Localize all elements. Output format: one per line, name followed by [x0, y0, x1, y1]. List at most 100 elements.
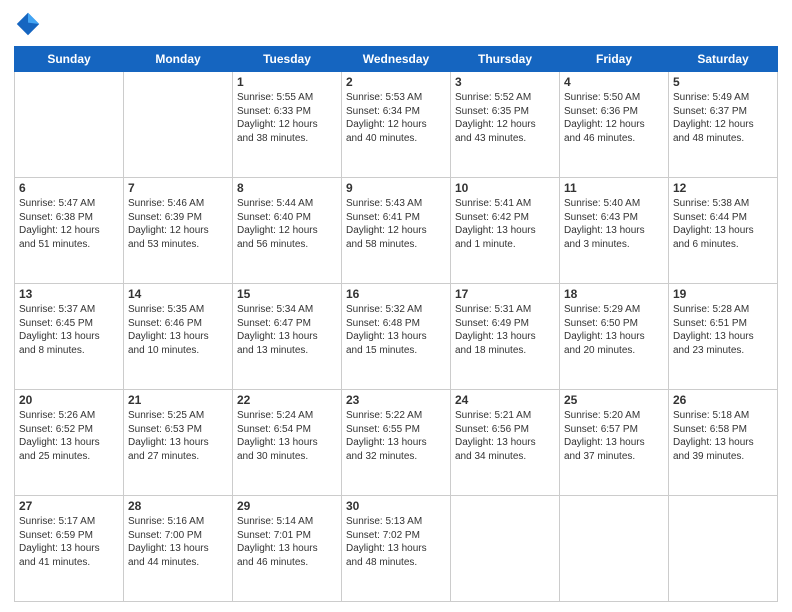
- cell-info: Sunrise: 5:26 AM Sunset: 6:52 PM Dayligh…: [19, 409, 119, 463]
- day-header-friday: Friday: [560, 47, 669, 72]
- cell-info: Sunrise: 5:49 AM Sunset: 6:37 PM Dayligh…: [673, 91, 773, 145]
- cell-day-number: 26: [673, 393, 773, 407]
- cell-info: Sunrise: 5:17 AM Sunset: 6:59 PM Dayligh…: [19, 515, 119, 569]
- header: [14, 10, 778, 38]
- cell-info: Sunrise: 5:31 AM Sunset: 6:49 PM Dayligh…: [455, 303, 555, 357]
- calendar-cell: 24 Sunrise: 5:21 AM Sunset: 6:56 PM Dayli…: [451, 390, 560, 496]
- calendar-cell: 9 Sunrise: 5:43 AM Sunset: 6:41 PM Daylig…: [342, 178, 451, 284]
- calendar-cell: 5 Sunrise: 5:49 AM Sunset: 6:37 PM Daylig…: [669, 72, 778, 178]
- cell-info: Sunrise: 5:29 AM Sunset: 6:50 PM Dayligh…: [564, 303, 664, 357]
- calendar-cell: 10Sunrise: 5:41 AM Sunset: 6:42 PM Dayli…: [451, 178, 560, 284]
- calendar-cell: 3Sunrise: 5:52 AM Sunset: 6:35 PM Daylig…: [451, 72, 560, 178]
- cell-info: Sunrise: 5:14 AM Sunset: 7:01 PM Dayligh…: [237, 515, 337, 569]
- page: SundayMondayTuesdayWednesdayThursdayFrid…: [0, 0, 792, 612]
- cell-info: Sunrise: 5:40 AM Sunset: 6:43 PM Dayligh…: [564, 197, 664, 251]
- calendar-cell: [669, 496, 778, 602]
- cell-day-number: 20: [19, 393, 119, 407]
- calendar-cell: 23 Sunrise: 5:22 AM Sunset: 6:55 PM Dayli…: [342, 390, 451, 496]
- calendar-week-row: 20 Sunrise: 5:26 AM Sunset: 6:52 PM Dayli…: [15, 390, 778, 496]
- cell-day-number: 17: [455, 287, 555, 301]
- day-header-thursday: Thursday: [451, 47, 560, 72]
- cell-info: Sunrise: 5:44 AM Sunset: 6:40 PM Dayligh…: [237, 197, 337, 251]
- calendar-week-row: 6 Sunrise: 5:47 AM Sunset: 6:38 PM Daylig…: [15, 178, 778, 284]
- calendar-cell: 29 Sunrise: 5:14 AM Sunset: 7:01 PM Dayli…: [233, 496, 342, 602]
- cell-info: Sunrise: 5:47 AM Sunset: 6:38 PM Dayligh…: [19, 197, 119, 251]
- calendar-cell: [15, 72, 124, 178]
- calendar-cell: 27 Sunrise: 5:17 AM Sunset: 6:59 PM Dayli…: [15, 496, 124, 602]
- calendar-cell: 20 Sunrise: 5:26 AM Sunset: 6:52 PM Dayli…: [15, 390, 124, 496]
- cell-day-number: 24: [455, 393, 555, 407]
- cell-day-number: 23: [346, 393, 446, 407]
- cell-day-number: 16: [346, 287, 446, 301]
- cell-info: Sunrise: 5:18 AM Sunset: 6:58 PM Dayligh…: [673, 409, 773, 463]
- cell-day-number: 6: [19, 181, 119, 195]
- cell-info: Sunrise: 5:43 AM Sunset: 6:41 PM Dayligh…: [346, 197, 446, 251]
- cell-day-number: 14: [128, 287, 228, 301]
- cell-info: Sunrise: 5:35 AM Sunset: 6:46 PM Dayligh…: [128, 303, 228, 357]
- calendar-cell: 14 Sunrise: 5:35 AM Sunset: 6:46 PM Dayli…: [124, 284, 233, 390]
- cell-day-number: 21: [128, 393, 228, 407]
- cell-info: Sunrise: 5:22 AM Sunset: 6:55 PM Dayligh…: [346, 409, 446, 463]
- calendar-week-row: 27 Sunrise: 5:17 AM Sunset: 6:59 PM Dayli…: [15, 496, 778, 602]
- calendar-cell: 16 Sunrise: 5:32 AM Sunset: 6:48 PM Dayli…: [342, 284, 451, 390]
- cell-info: Sunrise: 5:53 AM Sunset: 6:34 PM Dayligh…: [346, 91, 446, 145]
- calendar-cell: 1Sunrise: 5:55 AM Sunset: 6:33 PM Daylig…: [233, 72, 342, 178]
- cell-day-number: 2: [346, 75, 446, 89]
- cell-day-number: 29: [237, 499, 337, 513]
- calendar-week-row: 1Sunrise: 5:55 AM Sunset: 6:33 PM Daylig…: [15, 72, 778, 178]
- cell-day-number: 15: [237, 287, 337, 301]
- cell-info: Sunrise: 5:32 AM Sunset: 6:48 PM Dayligh…: [346, 303, 446, 357]
- cell-day-number: 1: [237, 75, 337, 89]
- calendar-cell: 15 Sunrise: 5:34 AM Sunset: 6:47 PM Dayli…: [233, 284, 342, 390]
- logo: [14, 10, 46, 38]
- calendar-cell: 11 Sunrise: 5:40 AM Sunset: 6:43 PM Dayli…: [560, 178, 669, 284]
- cell-info: Sunrise: 5:28 AM Sunset: 6:51 PM Dayligh…: [673, 303, 773, 357]
- calendar-header-row: SundayMondayTuesdayWednesdayThursdayFrid…: [15, 47, 778, 72]
- calendar-cell: [451, 496, 560, 602]
- cell-day-number: 30: [346, 499, 446, 513]
- cell-day-number: 18: [564, 287, 664, 301]
- calendar-cell: 28Sunrise: 5:16 AM Sunset: 7:00 PM Dayli…: [124, 496, 233, 602]
- day-header-monday: Monday: [124, 47, 233, 72]
- calendar-cell: 4 Sunrise: 5:50 AM Sunset: 6:36 PM Daylig…: [560, 72, 669, 178]
- cell-info: Sunrise: 5:34 AM Sunset: 6:47 PM Dayligh…: [237, 303, 337, 357]
- calendar-cell: 25Sunrise: 5:20 AM Sunset: 6:57 PM Dayli…: [560, 390, 669, 496]
- logo-icon: [14, 10, 42, 38]
- cell-info: Sunrise: 5:24 AM Sunset: 6:54 PM Dayligh…: [237, 409, 337, 463]
- cell-info: Sunrise: 5:50 AM Sunset: 6:36 PM Dayligh…: [564, 91, 664, 145]
- cell-day-number: 27: [19, 499, 119, 513]
- cell-info: Sunrise: 5:38 AM Sunset: 6:44 PM Dayligh…: [673, 197, 773, 251]
- cell-info: Sunrise: 5:21 AM Sunset: 6:56 PM Dayligh…: [455, 409, 555, 463]
- cell-info: Sunrise: 5:46 AM Sunset: 6:39 PM Dayligh…: [128, 197, 228, 251]
- calendar-cell: 21 Sunrise: 5:25 AM Sunset: 6:53 PM Dayli…: [124, 390, 233, 496]
- calendar-cell: 2 Sunrise: 5:53 AM Sunset: 6:34 PM Daylig…: [342, 72, 451, 178]
- cell-day-number: 11: [564, 181, 664, 195]
- cell-day-number: 22: [237, 393, 337, 407]
- calendar-cell: 12 Sunrise: 5:38 AM Sunset: 6:44 PM Dayli…: [669, 178, 778, 284]
- calendar-cell: [124, 72, 233, 178]
- cell-info: Sunrise: 5:13 AM Sunset: 7:02 PM Dayligh…: [346, 515, 446, 569]
- cell-info: Sunrise: 5:25 AM Sunset: 6:53 PM Dayligh…: [128, 409, 228, 463]
- calendar-cell: 26 Sunrise: 5:18 AM Sunset: 6:58 PM Dayli…: [669, 390, 778, 496]
- cell-day-number: 4: [564, 75, 664, 89]
- calendar-cell: 19 Sunrise: 5:28 AM Sunset: 6:51 PM Dayli…: [669, 284, 778, 390]
- day-header-tuesday: Tuesday: [233, 47, 342, 72]
- cell-day-number: 13: [19, 287, 119, 301]
- calendar-cell: 30 Sunrise: 5:13 AM Sunset: 7:02 PM Dayli…: [342, 496, 451, 602]
- cell-day-number: 19: [673, 287, 773, 301]
- cell-info: Sunrise: 5:20 AM Sunset: 6:57 PM Dayligh…: [564, 409, 664, 463]
- calendar-cell: 7Sunrise: 5:46 AM Sunset: 6:39 PM Daylig…: [124, 178, 233, 284]
- calendar-table: SundayMondayTuesdayWednesdayThursdayFrid…: [14, 46, 778, 602]
- cell-day-number: 9: [346, 181, 446, 195]
- calendar-cell: 17 Sunrise: 5:31 AM Sunset: 6:49 PM Dayli…: [451, 284, 560, 390]
- day-header-saturday: Saturday: [669, 47, 778, 72]
- day-header-wednesday: Wednesday: [342, 47, 451, 72]
- cell-day-number: 5: [673, 75, 773, 89]
- calendar-week-row: 13Sunrise: 5:37 AM Sunset: 6:45 PM Dayli…: [15, 284, 778, 390]
- cell-info: Sunrise: 5:41 AM Sunset: 6:42 PM Dayligh…: [455, 197, 555, 251]
- cell-info: Sunrise: 5:16 AM Sunset: 7:00 PM Dayligh…: [128, 515, 228, 569]
- cell-day-number: 12: [673, 181, 773, 195]
- calendar-cell: 18 Sunrise: 5:29 AM Sunset: 6:50 PM Dayli…: [560, 284, 669, 390]
- calendar-cell: 8 Sunrise: 5:44 AM Sunset: 6:40 PM Daylig…: [233, 178, 342, 284]
- cell-day-number: 8: [237, 181, 337, 195]
